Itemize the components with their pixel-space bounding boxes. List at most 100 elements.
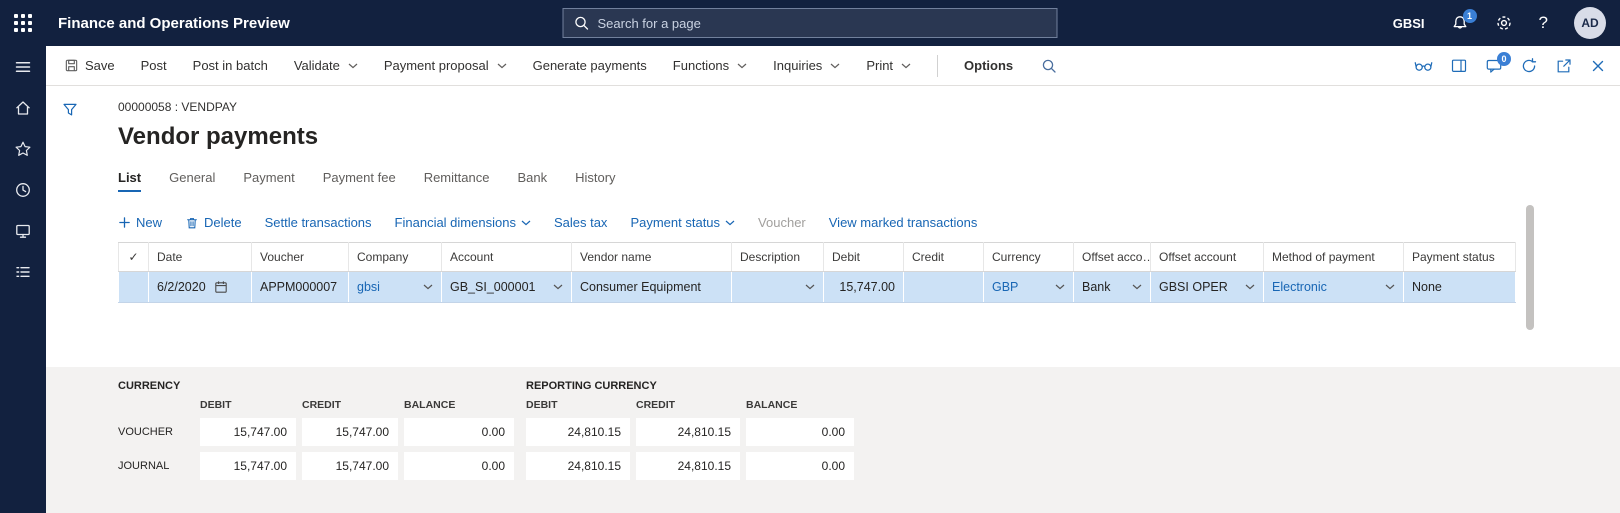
balance-header: BALANCE — [746, 399, 798, 411]
col-credit[interactable]: Credit — [903, 242, 984, 272]
settle-transactions-button[interactable]: Settle transactions — [265, 215, 372, 230]
top-bar: Finance and Operations Preview GBSI 1 — [0, 0, 1620, 46]
tab-bank[interactable]: Bank — [517, 170, 547, 192]
grid-empty-area — [118, 303, 1620, 367]
print-menu[interactable]: Print — [866, 58, 911, 73]
vertical-scrollbar[interactable] — [1526, 205, 1534, 330]
company-picker[interactable]: GBSI — [1393, 16, 1425, 31]
new-button[interactable]: New — [118, 215, 162, 230]
generate-payments-button[interactable]: Generate payments — [533, 58, 647, 73]
chevron-down-icon[interactable] — [1245, 284, 1255, 290]
col-vendor-name[interactable]: Vendor name — [571, 242, 732, 272]
col-description[interactable]: Description — [731, 242, 824, 272]
sales-tax-button[interactable]: Sales tax — [554, 215, 607, 230]
recent-clock-icon[interactable] — [13, 180, 33, 200]
offset-account-type-cell[interactable]: Bank — [1073, 271, 1151, 303]
favorites-star-icon[interactable] — [13, 139, 33, 159]
method-of-payment-cell[interactable]: Electronic — [1263, 271, 1404, 303]
chevron-down-icon[interactable] — [805, 284, 815, 290]
voucher-reporting-credit-value: 24,810.15 — [636, 418, 740, 446]
functions-menu[interactable]: Functions — [673, 58, 747, 73]
calendar-icon[interactable] — [214, 280, 228, 294]
debit-header: DEBIT — [200, 399, 232, 411]
glasses-icon[interactable] — [1414, 56, 1433, 75]
validate-menu[interactable]: Validate — [294, 58, 358, 73]
credit-cell[interactable] — [903, 271, 984, 303]
home-icon[interactable] — [13, 98, 33, 118]
financial-dimensions-menu[interactable]: Financial dimensions — [395, 215, 531, 230]
payment-status-menu[interactable]: Payment status — [630, 215, 735, 230]
col-date[interactable]: Date — [148, 242, 252, 272]
app-title[interactable]: Finance and Operations Preview — [58, 15, 290, 32]
chevron-down-icon[interactable] — [1055, 284, 1065, 290]
post-button[interactable]: Post — [141, 58, 167, 73]
col-payment-status[interactable]: Payment status — [1403, 242, 1516, 272]
delete-button[interactable]: Delete — [185, 215, 242, 230]
description-cell[interactable] — [731, 271, 824, 303]
tab-payment-fee[interactable]: Payment fee — [323, 170, 396, 192]
col-voucher[interactable]: Voucher — [251, 242, 349, 272]
app-launcher-icon[interactable] — [0, 0, 46, 46]
post-in-batch-button[interactable]: Post in batch — [193, 58, 268, 73]
debit-cell[interactable]: 15,747.00 — [823, 271, 904, 303]
date-cell[interactable]: 6/2/2020 — [148, 271, 252, 303]
voucher-button: Voucher — [758, 215, 806, 230]
help-button[interactable]: ? — [1539, 13, 1548, 33]
chevron-down-icon[interactable] — [423, 284, 433, 290]
col-method-of-payment[interactable]: Method of payment — [1263, 242, 1404, 272]
chevron-down-icon[interactable] — [1385, 284, 1395, 290]
col-offset-account-type[interactable]: Offset acco… — [1073, 242, 1151, 272]
voucher-cell[interactable]: APPM000007 — [251, 271, 349, 303]
payment-proposal-menu[interactable]: Payment proposal — [384, 58, 507, 73]
tab-payment[interactable]: Payment — [243, 170, 294, 192]
search-input[interactable] — [597, 15, 1047, 31]
col-company[interactable]: Company — [348, 242, 442, 272]
voucher-debit-value: 15,747.00 — [200, 418, 296, 446]
tab-history[interactable]: History — [575, 170, 615, 192]
table-row[interactable]: 6/2/2020 APPM000007 gbsi GB_SI_000001 Co… — [118, 271, 1516, 303]
account-cell[interactable]: GB_SI_000001 — [441, 271, 572, 303]
tab-list[interactable]: List — [118, 170, 142, 192]
col-offset-account[interactable]: Offset account — [1150, 242, 1264, 272]
row-checkbox[interactable] — [118, 271, 149, 303]
filter-funnel-icon[interactable] — [62, 102, 78, 117]
task-pane-icon[interactable] — [1450, 57, 1468, 75]
vendor-name-cell[interactable]: Consumer Equipment — [571, 271, 732, 303]
chevron-down-icon[interactable] — [1132, 284, 1142, 290]
page-search[interactable] — [562, 8, 1058, 38]
refresh-icon[interactable] — [1520, 57, 1538, 75]
reporting-currency-totals: REPORTING CURRENCY DEBIT CREDIT BALANCE … — [526, 376, 854, 480]
settings-button[interactable] — [1495, 14, 1513, 32]
action-search-icon[interactable] — [1041, 58, 1057, 74]
tab-general[interactable]: General — [169, 170, 215, 192]
view-marked-transactions-button[interactable]: View marked transactions — [829, 215, 978, 230]
chevron-down-icon — [725, 220, 735, 226]
tab-remittance[interactable]: Remittance — [424, 170, 490, 192]
col-debit[interactable]: Debit — [823, 242, 904, 272]
save-button[interactable]: Save — [64, 58, 115, 73]
close-icon[interactable] — [1590, 58, 1606, 74]
currency-cell[interactable]: GBP — [983, 271, 1074, 303]
open-new-window-icon[interactable] — [1555, 57, 1573, 75]
col-currency[interactable]: Currency — [983, 242, 1074, 272]
grid-header-row: ✓ Date Voucher Company Account Vendor na… — [118, 242, 1516, 272]
voucher-reporting-balance-value: 0.00 — [746, 418, 854, 446]
avatar[interactable]: AD — [1574, 7, 1606, 39]
col-account[interactable]: Account — [441, 242, 572, 272]
journal-reporting-debit-value: 24,810.15 — [526, 452, 630, 480]
balance-header: BALANCE — [404, 399, 456, 411]
journal-list-icon[interactable] — [13, 262, 33, 282]
company-cell[interactable]: gbsi — [348, 271, 442, 303]
grid-action-strip: New Delete Settle transactions Financial… — [118, 215, 1620, 230]
notifications-button[interactable]: 1 — [1451, 9, 1477, 32]
payment-status-cell[interactable]: None — [1403, 271, 1516, 303]
currency-totals-title: CURRENCY — [118, 380, 181, 392]
chevron-down-icon[interactable] — [553, 284, 563, 290]
workspaces-icon[interactable] — [13, 221, 33, 241]
menu-icon[interactable] — [13, 57, 33, 77]
select-all-checkbox[interactable]: ✓ — [118, 242, 149, 272]
offset-account-cell[interactable]: GBSI OPER — [1150, 271, 1264, 303]
inquiries-menu[interactable]: Inquiries — [773, 58, 840, 73]
messages-icon[interactable]: 0 — [1485, 51, 1511, 75]
options-tab[interactable]: Options — [964, 58, 1013, 73]
